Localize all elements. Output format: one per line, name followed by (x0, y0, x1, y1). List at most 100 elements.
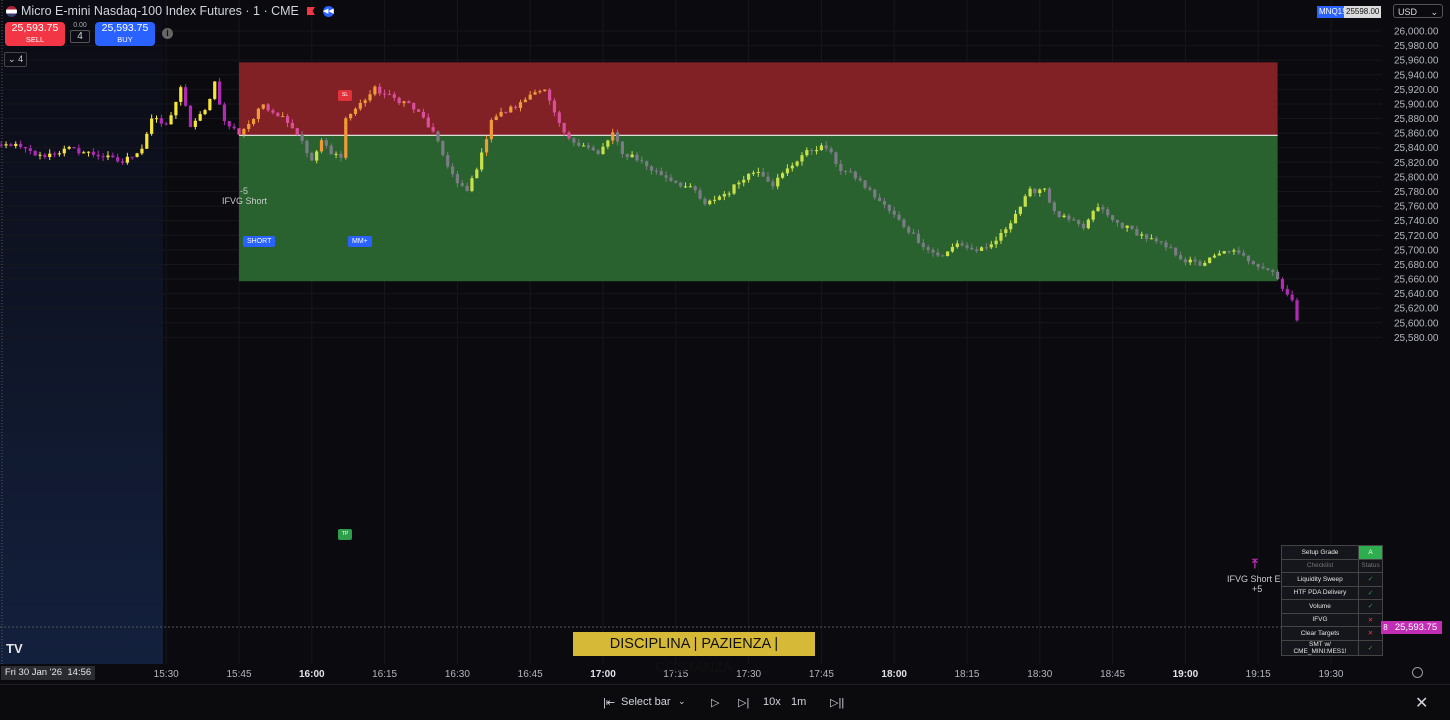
chevron-down-icon[interactable]: ⌄ (678, 696, 686, 707)
time-tick-label: 15:30 (154, 669, 179, 680)
indicators-toggle[interactable]: ⌄ 4 (4, 52, 28, 67)
candle-body (887, 204, 891, 211)
price-tick-label: 25,900.00 (1394, 99, 1439, 110)
flag-icon[interactable] (306, 7, 315, 15)
candle-body (785, 168, 790, 174)
candle-body (1106, 209, 1110, 216)
price-axis[interactable]: 25,580.00 25,600.00 25,620.00 25,640.00 25,6… (1394, 27, 1439, 344)
step-forward-icon[interactable]: ▷| (738, 696, 749, 709)
candle-body (1149, 238, 1154, 240)
quantity-box[interactable]: 0.00 4 (70, 22, 90, 46)
candle-body (1062, 215, 1066, 218)
stop-loss-label[interactable]: SL (338, 90, 353, 101)
mm-label[interactable]: MM+ (348, 236, 372, 247)
take-profit-label[interactable]: TP (338, 529, 353, 540)
candle-body (120, 161, 125, 163)
play-icon[interactable]: ▷ (711, 696, 719, 709)
candle-body (150, 118, 154, 134)
candle-body (387, 94, 392, 96)
candle-body (266, 104, 270, 111)
chart-canvas[interactable]: 25,580.00 25,600.00 25,620.00 25,640.00 25,6… (0, 0, 1450, 719)
candle-body (470, 178, 474, 192)
candle-body (19, 143, 23, 147)
candle-body (591, 147, 595, 151)
candle-body (858, 178, 862, 181)
candle-body (421, 111, 426, 118)
sell-button[interactable]: 25,593.75 SELL (5, 22, 65, 46)
candle-body (281, 116, 285, 118)
candle-body (795, 161, 799, 166)
quantity-value[interactable]: 4 (70, 30, 90, 43)
currency-value: USD (1398, 7, 1418, 17)
take-profit-zone[interactable] (239, 135, 1278, 282)
exit-qty: +5 (1252, 584, 1263, 594)
exit-arrow-icon: ⤒ (1252, 556, 1258, 571)
select-bar-icon[interactable]: |⇤ (603, 696, 615, 709)
interval-button[interactable]: 1m (791, 696, 806, 708)
candle-body (101, 156, 105, 158)
candle-body (916, 233, 921, 243)
replay-rewind-icon[interactable]: ◀◀ (322, 5, 334, 17)
candle-body (1086, 219, 1090, 229)
candle-body (222, 104, 227, 122)
candle-body (295, 128, 299, 135)
candle-body (533, 92, 537, 95)
candle-body (237, 128, 241, 135)
sell-label: SELL (25, 35, 45, 44)
candle-body (1203, 263, 1207, 266)
candle-body (412, 103, 416, 110)
tradingview-logo-icon[interactable]: TV (6, 641, 23, 656)
candle-body (1120, 222, 1124, 228)
candle-body (727, 193, 731, 195)
chevron-down-icon: ⌄ (1430, 7, 1438, 17)
symbol-title[interactable]: Micro E-mini Nasdaq-100 Index Futures · … (21, 4, 299, 18)
currency-select[interactable]: USD ⌄ (1393, 4, 1443, 18)
candle-body (703, 198, 707, 205)
candle-body (1135, 228, 1139, 236)
price-tick-label: 25,660.00 (1394, 275, 1439, 286)
candle-body (1013, 213, 1018, 224)
candle-body (397, 97, 401, 104)
candle-body (4, 144, 8, 146)
candle-body (1271, 270, 1275, 272)
jump-to-realtime-icon[interactable]: ▷|| (830, 696, 844, 709)
table-row: HTF PDA Delivery ✓ (1281, 585, 1383, 600)
candle-body (358, 102, 362, 109)
candle-body (625, 153, 629, 158)
candle-body (125, 156, 129, 163)
candle-body (606, 140, 610, 147)
candle-body (96, 154, 100, 157)
speed-button[interactable]: 10x (763, 696, 781, 708)
settings-gear-icon[interactable] (1412, 667, 1423, 678)
table-row: Volume ✓ (1281, 599, 1383, 614)
candle-body (164, 123, 168, 125)
candle-body (52, 153, 57, 155)
candle-body (528, 94, 532, 100)
close-icon[interactable]: ✕ (1415, 693, 1428, 713)
grade-value: A (1358, 545, 1383, 560)
short-entry-label[interactable]: SHORT (243, 236, 276, 247)
candle-body (863, 180, 867, 188)
candle-body (174, 101, 178, 116)
candle-body (91, 151, 96, 155)
date-text: Fri 30 Jan '26 (4, 667, 63, 678)
price-tick-label: 25,620.00 (1394, 304, 1439, 315)
grade-title: Setup Grade (1281, 545, 1359, 560)
buy-button[interactable]: 25,593.75 BUY (95, 22, 155, 46)
checklist-item: Volume (1281, 599, 1359, 614)
select-bar-button[interactable]: Select bar (621, 696, 671, 708)
checklist-item: SMT w/ CME_MINI:MES1! (1281, 639, 1359, 656)
candle-body (674, 180, 678, 183)
price-tick-label: 25,840.00 (1394, 143, 1439, 154)
candle-body (645, 161, 649, 167)
price-tick-label: 25,780.00 (1394, 187, 1439, 198)
table-row: IFVG ✕ (1281, 612, 1383, 627)
candle-body (227, 121, 231, 127)
symbol-header[interactable]: Micro E-mini Nasdaq-100 Index Futures · … (0, 0, 334, 22)
compare-symbol-tag[interactable]: MNQ1! (1317, 6, 1347, 18)
candle-body (489, 120, 493, 140)
info-icon[interactable]: i (162, 28, 173, 39)
candle-body (1028, 188, 1032, 197)
candle-body (1188, 259, 1192, 263)
price-tick-label: 25,580.00 (1394, 333, 1439, 344)
